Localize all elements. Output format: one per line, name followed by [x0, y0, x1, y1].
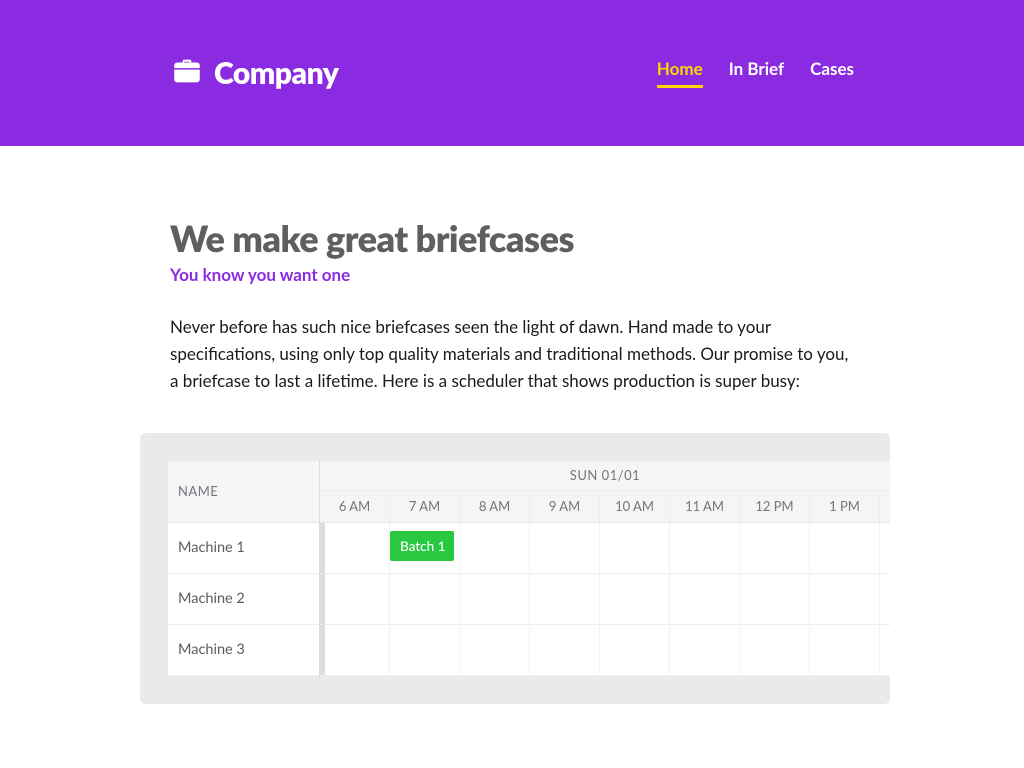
- timeline-cell[interactable]: [810, 523, 880, 573]
- timeline-cell[interactable]: [670, 574, 740, 624]
- scheduler-timeline[interactable]: SUN 01/01 6 AM 7 AM 8 AM 9 AM 10 AM 11 A…: [320, 461, 890, 676]
- timeline-cell[interactable]: [670, 625, 740, 675]
- brand-name: Company: [214, 55, 338, 91]
- hour-header: 6 AM: [320, 491, 390, 522]
- timeline-cell[interactable]: [390, 574, 460, 624]
- hour-header-row: 6 AM 7 AM 8 AM 9 AM 10 AM 11 AM 12 PM 1 …: [320, 491, 890, 523]
- timeline-cell[interactable]: [600, 625, 670, 675]
- timeline-cell[interactable]: [740, 625, 810, 675]
- timeline-cell[interactable]: [740, 523, 810, 573]
- hour-header: 7 AM: [390, 491, 460, 522]
- nav-cases[interactable]: Cases: [810, 58, 854, 88]
- timeline-cell[interactable]: [460, 523, 530, 573]
- scheduler: NAME Machine 1 Machine 2 Machine 3 SUN 0…: [140, 433, 890, 704]
- name-column-header: NAME: [168, 461, 319, 523]
- timeline-row[interactable]: [320, 625, 890, 676]
- intro-paragraph: Never before has such nice briefcases se…: [170, 313, 854, 395]
- nav-in-brief[interactable]: In Brief: [729, 58, 784, 88]
- briefcase-icon: [170, 54, 204, 92]
- hour-header: 12 PM: [740, 491, 810, 522]
- main-nav: Home In Brief Cases: [657, 58, 854, 88]
- timeline-cell[interactable]: [530, 523, 600, 573]
- hour-header: 10 AM: [600, 491, 670, 522]
- page-title: We make great briefcases: [170, 216, 854, 260]
- nav-home[interactable]: Home: [657, 58, 703, 88]
- timeline-cell[interactable]: [670, 523, 740, 573]
- page-subtitle: You know you want one: [170, 264, 854, 285]
- scheduler-resource-column: NAME Machine 1 Machine 2 Machine 3: [168, 461, 320, 676]
- timeline-cell[interactable]: [460, 625, 530, 675]
- timeline-cell[interactable]: [390, 625, 460, 675]
- resource-row-label[interactable]: Machine 2: [168, 574, 319, 625]
- resource-row-label[interactable]: Machine 1: [168, 523, 319, 574]
- site-header: Company Home In Brief Cases: [0, 0, 1024, 146]
- hour-header: 11 AM: [670, 491, 740, 522]
- timeline-cell[interactable]: [600, 523, 670, 573]
- hour-header: 9 AM: [530, 491, 600, 522]
- timeline-cell[interactable]: [810, 625, 880, 675]
- timeline-row[interactable]: Batch 1: [320, 523, 890, 574]
- resource-row-label[interactable]: Machine 3: [168, 625, 319, 676]
- timeline-cell[interactable]: [810, 574, 880, 624]
- timeline-cell[interactable]: [530, 625, 600, 675]
- timeline-cell[interactable]: [600, 574, 670, 624]
- timeline-cell[interactable]: [320, 625, 390, 675]
- hour-header: 8 AM: [460, 491, 530, 522]
- timeline-cell[interactable]: [740, 574, 810, 624]
- hour-header: 1 PM: [810, 491, 880, 522]
- day-header: SUN 01/01: [320, 461, 890, 491]
- timeline-cell[interactable]: [320, 574, 390, 624]
- timeline-row[interactable]: [320, 574, 890, 625]
- timeline-cell[interactable]: [460, 574, 530, 624]
- event-batch[interactable]: Batch 1: [390, 531, 454, 561]
- logo[interactable]: Company: [170, 54, 338, 92]
- main-content: We make great briefcases You know you wa…: [0, 146, 1024, 704]
- timeline-cell[interactable]: [530, 574, 600, 624]
- timeline-cell[interactable]: [320, 523, 390, 573]
